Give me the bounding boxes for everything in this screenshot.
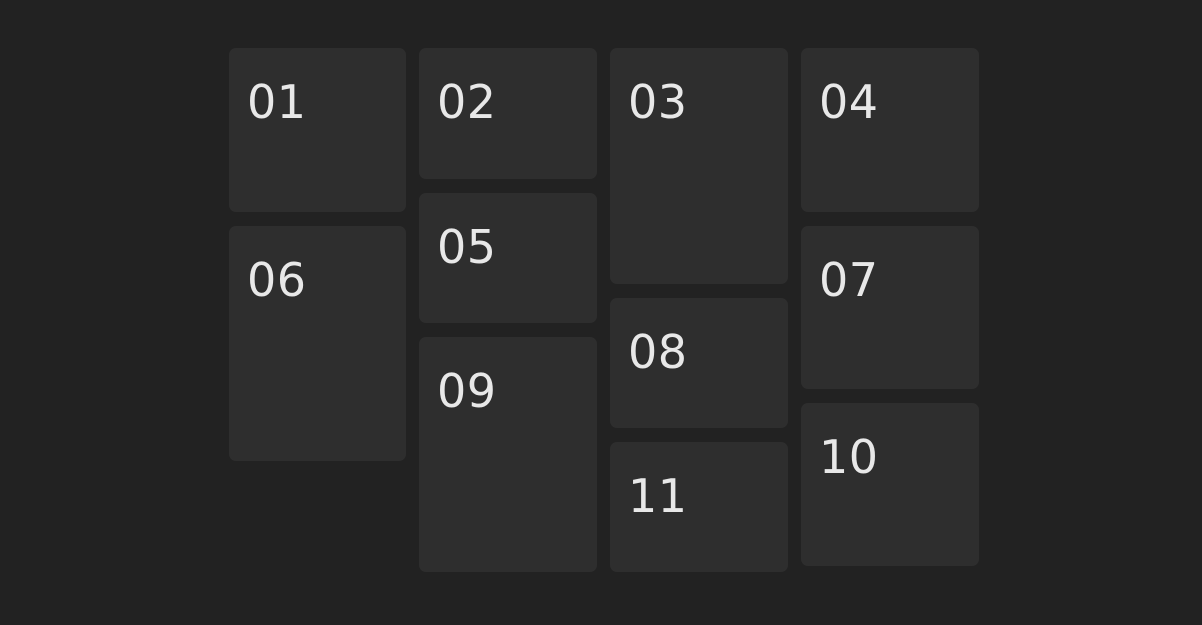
tile-03[interactable]: 03 <box>610 48 788 284</box>
tile-04[interactable]: 04 <box>801 48 979 212</box>
masonry-grid: 01 02 03 04 05 06 07 08 09 10 11 <box>0 0 1202 625</box>
tile-label: 02 <box>437 75 497 129</box>
tile-07[interactable]: 07 <box>801 226 979 389</box>
tile-label: 06 <box>247 253 307 307</box>
tile-label: 08 <box>628 325 688 379</box>
tile-label: 11 <box>628 469 688 523</box>
tile-08[interactable]: 08 <box>610 298 788 428</box>
tile-label: 09 <box>437 364 497 418</box>
tile-label: 04 <box>819 75 879 129</box>
tile-label: 07 <box>819 253 879 307</box>
tile-06[interactable]: 06 <box>229 226 406 461</box>
tile-label: 03 <box>628 75 688 129</box>
tile-label: 05 <box>437 220 497 274</box>
tile-02[interactable]: 02 <box>419 48 597 179</box>
tile-10[interactable]: 10 <box>801 403 979 566</box>
tile-05[interactable]: 05 <box>419 193 597 323</box>
tile-label: 10 <box>819 430 879 484</box>
tile-09[interactable]: 09 <box>419 337 597 572</box>
tile-label: 01 <box>247 75 307 129</box>
tile-01[interactable]: 01 <box>229 48 406 212</box>
tile-11[interactable]: 11 <box>610 442 788 572</box>
